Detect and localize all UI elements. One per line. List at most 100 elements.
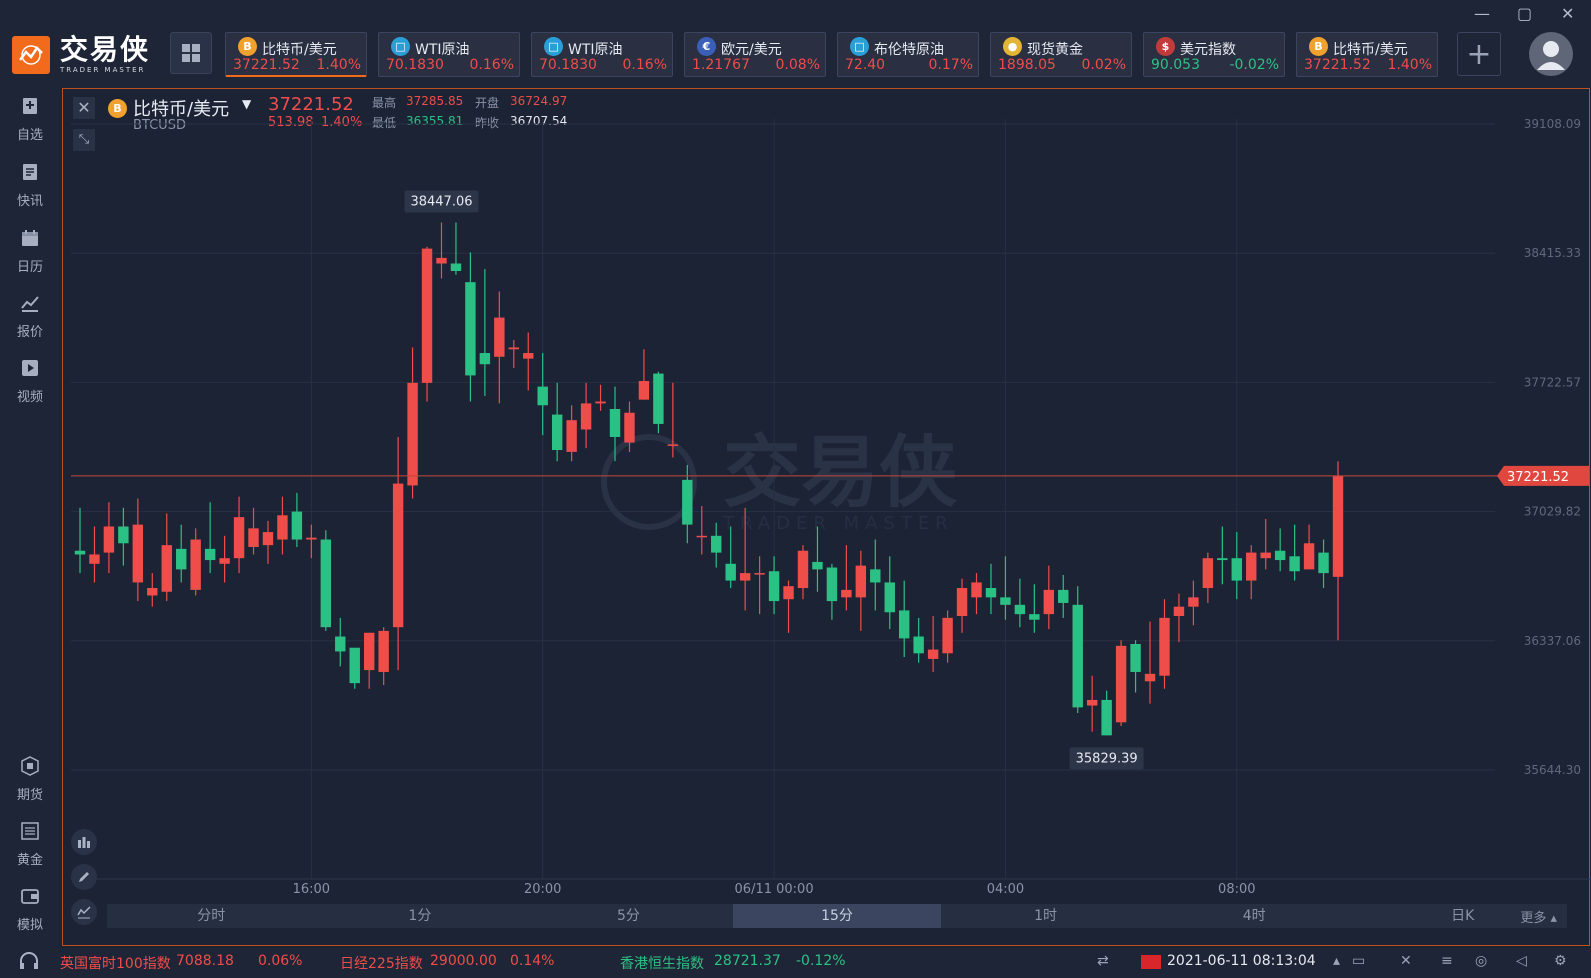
ticker-pct-2: -0.12% [796,953,846,969]
candle-body [1332,476,1344,577]
nav-item[interactable]: 期货 [0,756,60,803]
nav-item[interactable]: 黄金 [0,821,60,868]
indicator-icon[interactable] [71,829,97,855]
x-tick-label: 20:00 [524,882,561,897]
candle-body [1274,550,1286,561]
quote-tab[interactable]: □ WTI原油 70.1830 0.16% [378,32,520,77]
screen-icon[interactable]: ▭ [1352,953,1365,969]
candle-body [739,573,751,581]
gold-icon: ● [1003,37,1022,56]
quote-tab[interactable]: ● 现货黄金 1898.05 0.02% [990,32,1132,77]
quote-tab[interactable]: € 欧元/美元 1.21767 0.08% [684,32,826,77]
candle-body [89,554,100,564]
settings-icon[interactable]: ⚙ [1554,953,1567,969]
min-price-label: 35829.39 [1076,751,1138,766]
candle-body [1318,552,1329,574]
ticker-name-2[interactable]: 香港恒生指数 [620,953,704,973]
nav-item[interactable]: 快讯 [0,162,60,209]
calendar-icon [22,230,38,246]
timeframe-tab[interactable]: 4时 [1150,904,1359,928]
x-tick-label: 16:00 [293,882,330,897]
quote-tab[interactable]: □ 布伦特原油 72.40 0.17% [837,32,979,77]
quote-tab[interactable]: □ WTI原油 70.1830 0.16% [531,32,673,77]
candlestick-chart[interactable]: 交易侠TRADER MASTER 39108.09 38415.33 37722.57… [63,89,1591,904]
headset-icon[interactable] [18,952,40,976]
brand-name-en: TRADER MASTER [60,66,146,74]
nav-item[interactable]: 日历 [0,228,60,275]
camera-icon[interactable]: ◎ [1475,953,1487,969]
quote-tab[interactable]: $ 美元指数 90.053 -0.02% [1143,32,1285,77]
timeframe-tab[interactable]: 分时 [107,904,316,928]
candle-body [233,517,245,559]
grid-layout-button[interactable] [170,32,212,74]
candle-body [363,632,375,671]
tab-name: 比特币/美元 [262,42,337,58]
candle-body [74,550,86,555]
candle-body [147,588,158,596]
oil-icon: □ [544,37,563,56]
candle-body [1246,552,1257,581]
tab-name: WTI原油 [568,42,623,58]
candle-body [306,537,317,540]
nav-item[interactable]: 视频 [0,358,60,405]
candle-body [1101,699,1112,736]
nav-label: 期货 [16,788,43,803]
ticker-name-1[interactable]: 日经225指数 [340,953,423,973]
candle-body [1043,589,1055,615]
nav-label: 模拟 [16,918,43,933]
add-tab-button[interactable]: + [1457,32,1501,76]
nav-item[interactable]: 报价 [0,293,60,340]
candle-body [682,479,693,525]
caret-up-icon[interactable]: ▴ [1333,953,1340,969]
candle-body [421,248,433,383]
tab-pct: 0.02% [1081,57,1126,73]
tab-name: 比特币/美元 [1333,42,1408,58]
avatar[interactable] [1529,32,1573,76]
list-icon[interactable]: ≡ [1441,953,1453,969]
y-tick-label: 39108.09 [1524,117,1581,131]
timeframe-tab[interactable]: 1时 [941,904,1150,928]
candle-body [537,386,548,406]
translate-icon[interactable]: ⇄ [1097,953,1109,969]
minimize-icon[interactable]: — [1474,4,1490,23]
grid-icon [182,44,200,62]
futures-icon [21,756,39,776]
more-timeframes-button[interactable]: 更多 ▴ [1520,907,1557,926]
candle-body [826,567,838,602]
candle-body [913,636,924,654]
candle-body [624,412,635,443]
tools-icon[interactable]: ✕ [1400,953,1412,969]
timeframe-tab[interactable]: 1分 [316,904,525,928]
mute-icon[interactable]: ◁ [1516,953,1527,969]
chart-type-icon[interactable] [71,899,97,925]
candle-body [595,401,606,404]
timeframe-tab[interactable]: 15分 [732,904,942,928]
ticker-value-1: 29000.00 [430,953,497,969]
nav-item[interactable]: 自选 [0,96,60,143]
bitcoin-icon: B [238,37,257,56]
candle-body [1115,645,1127,723]
bitcoin-icon: B [1309,37,1328,56]
candle-body [855,565,867,598]
candle-body [609,408,621,437]
favorites-icon [23,98,37,114]
ticker-name-0[interactable]: 英国富时100指数 [60,953,171,973]
candle-body [118,526,129,544]
pencil-icon[interactable] [71,864,97,890]
tab-pct: 1.40% [316,57,361,73]
candle-body [956,588,968,617]
close-window-icon[interactable]: ✕ [1561,4,1574,23]
y-tick-label: 37722.57 [1524,375,1581,389]
quote-tab[interactable]: B 比特币/美元 37221.52 1.40% [225,32,367,77]
candle-body [190,539,201,590]
maximize-icon[interactable]: ▢ [1517,4,1532,23]
tab-pct: 0.17% [928,57,973,73]
quotes-icon [21,296,39,312]
timeframe-tab[interactable]: 5分 [524,904,733,928]
tab-price: 1.21767 [692,57,750,73]
y-tick-label: 35644.30 [1524,763,1581,777]
nav-item[interactable]: 模拟 [0,886,60,933]
plus-icon: + [1466,36,1492,72]
candle-body [1144,673,1156,682]
quote-tab[interactable]: B 比特币/美元 37221.52 1.40% [1296,32,1438,77]
